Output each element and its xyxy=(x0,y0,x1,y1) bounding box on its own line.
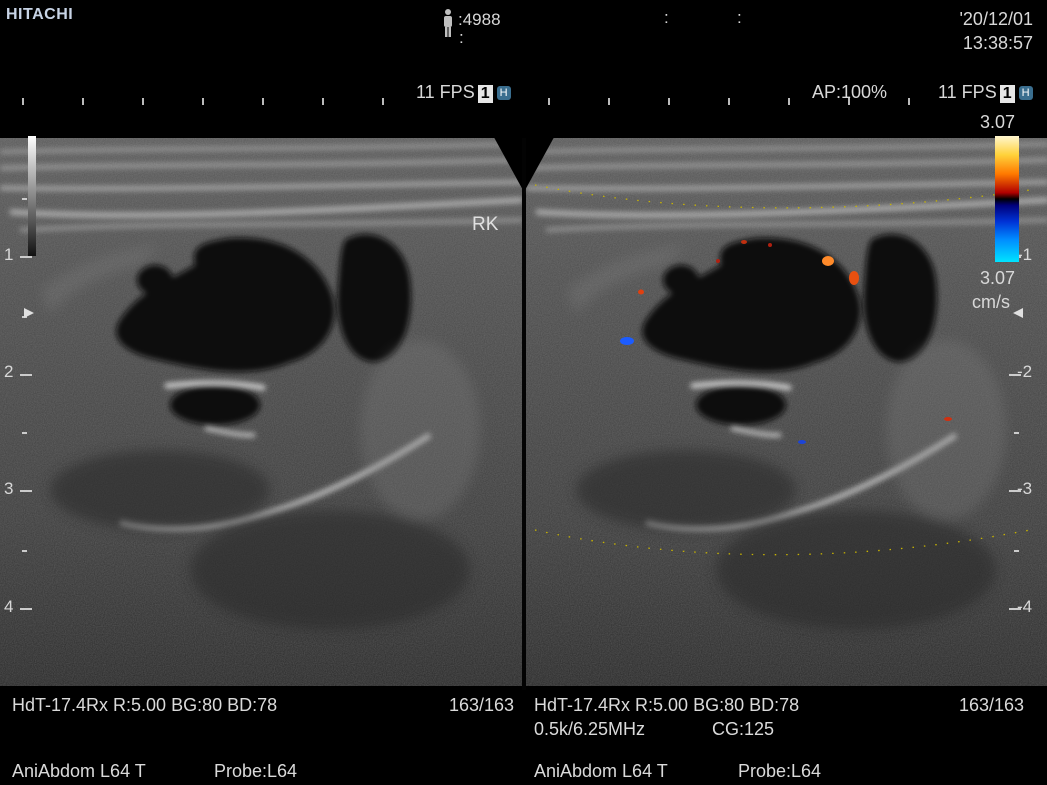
depth-label: -1 xyxy=(1017,245,1033,264)
velocity-scale-max: 3.07 xyxy=(980,112,1016,132)
patient-colon: : xyxy=(459,28,464,47)
annotation-label[interactable]: RK xyxy=(472,214,498,236)
doppler-frequency: 0.5k/6.25MHz xyxy=(534,719,646,739)
color-doppler-right-image xyxy=(526,130,1047,690)
ultrasound-view xyxy=(0,130,1047,690)
right-imaging-params: HdT-17.4Rx R:5.00 BG:80 BD:78 xyxy=(534,695,800,715)
depth-label: -4 xyxy=(1017,597,1033,616)
right-probe: Probe:L64 xyxy=(738,761,822,781)
patient-id: :4988 xyxy=(458,10,501,29)
brand-logo: HITACHI xyxy=(6,6,74,23)
depth-label: 2 xyxy=(4,362,14,381)
depth-label: -2 xyxy=(1017,362,1033,381)
patient-icon xyxy=(444,9,452,37)
field-colon: : xyxy=(664,8,669,27)
exam-date: '20/12/01 xyxy=(959,9,1033,29)
bmode-left-image xyxy=(0,130,523,690)
depth-label: 4 xyxy=(4,597,14,616)
datetime: '20/12/01 13:38:57 xyxy=(959,7,1033,55)
color-gain: CG:125 xyxy=(712,719,775,739)
right-frame-counter: 163/163 xyxy=(959,695,1025,715)
exam-time: 13:38:57 xyxy=(962,33,1033,53)
right-preset: AniAbdom L64 T xyxy=(534,761,668,781)
left-frame-counter: 163/163 xyxy=(449,695,515,715)
velocity-scale-min: 3.07 xyxy=(980,268,1016,288)
depth-label: 3 xyxy=(4,479,14,498)
depth-label: -3 xyxy=(1017,479,1033,498)
patient-info: :4988 : xyxy=(442,6,522,47)
left-preset: AniAbdom L64 T xyxy=(12,761,146,781)
depth-label: 1 xyxy=(4,245,14,264)
top-ruler xyxy=(22,98,910,105)
velocity-unit: cm/s xyxy=(972,292,1010,312)
left-imaging-params: HdT-17.4Rx R:5.00 BG:80 BD:78 xyxy=(12,695,278,715)
color-velocity-bar xyxy=(995,136,1019,262)
field-colon: : xyxy=(737,8,742,27)
left-probe: Probe:L64 xyxy=(214,761,298,781)
